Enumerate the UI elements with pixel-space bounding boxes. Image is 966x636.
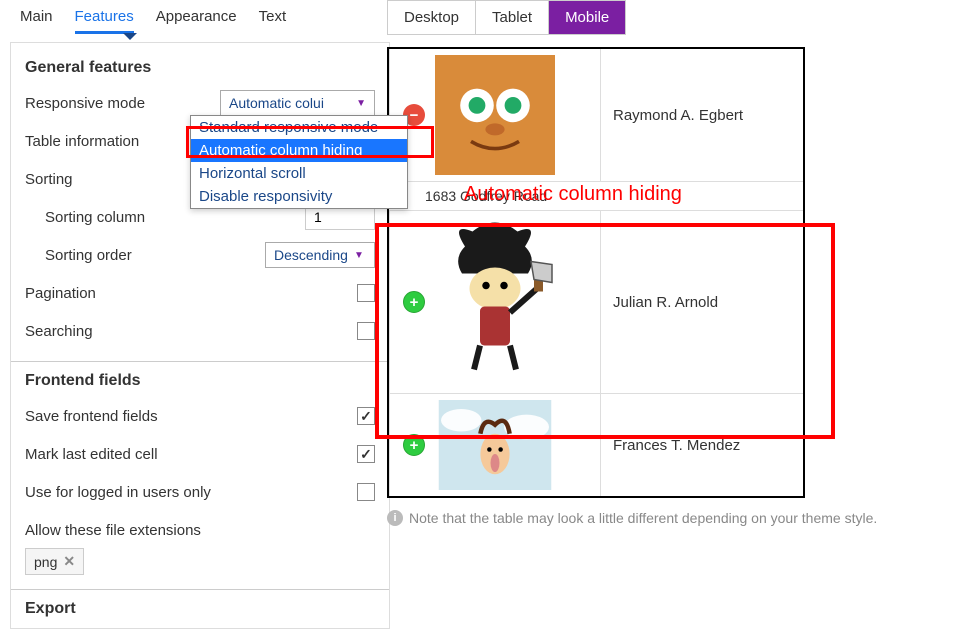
- row-save-frontend: Save frontend fields: [25, 400, 375, 432]
- label-sorting-order: Sorting order: [25, 247, 265, 264]
- row-logged-only: Use for logged in users only: [25, 476, 375, 508]
- row-mark-last: Mark last edited cell: [25, 438, 375, 470]
- divider: [11, 361, 389, 362]
- table-row: + Frances T. Mendez: [389, 394, 803, 496]
- dropdown-opt-horizontal[interactable]: Horizontal scroll: [191, 162, 407, 185]
- annotation-label: Automatic column hiding: [464, 183, 682, 206]
- table-row: + Julian R. Arnold: [389, 211, 803, 394]
- row-pagination: Pagination: [25, 277, 375, 309]
- settings-tabs: Main Features Appearance Text: [10, 0, 390, 42]
- avatar-cell: [389, 211, 601, 393]
- responsive-mode-dropdown: Standard responsive mode Automatic colum…: [190, 115, 408, 209]
- row-sorting-order: Sorting order Descending ▼: [25, 239, 375, 271]
- label-logged-only: Use for logged in users only: [25, 484, 357, 501]
- row-searching: Searching: [25, 315, 375, 347]
- label-save-frontend: Save frontend fields: [25, 408, 357, 425]
- avatar: [435, 55, 555, 175]
- label-pagination: Pagination: [25, 285, 357, 302]
- tab-features[interactable]: Features: [75, 8, 134, 34]
- name-cell: Julian R. Arnold: [601, 294, 803, 311]
- dropdown-opt-standard[interactable]: Standard responsive mode: [191, 116, 407, 139]
- checkbox-pagination[interactable]: [357, 284, 375, 302]
- avatar: [435, 400, 555, 490]
- checkbox-mark-last[interactable]: [357, 445, 375, 463]
- label-allow-ext: Allow these file extensions: [25, 522, 375, 539]
- select-responsive-mode[interactable]: Automatic colui ▼: [220, 90, 375, 116]
- device-tabs: Desktop Tablet Mobile: [387, 0, 626, 35]
- name-cell: Frances T. Mendez: [601, 437, 803, 454]
- section-frontend-title: Frontend fields: [25, 372, 375, 390]
- divider: [11, 589, 389, 590]
- active-tab-arrow-icon: [123, 33, 137, 40]
- section-general-title: General features: [25, 59, 375, 77]
- select-sorting-order-value: Descending: [274, 247, 348, 263]
- tab-appearance[interactable]: Appearance: [156, 8, 237, 34]
- preview-frame: Automatic column hiding − Raymond A. Egb…: [387, 47, 805, 498]
- label-mark-last: Mark last edited cell: [25, 446, 357, 463]
- avatar-cell: [389, 49, 601, 181]
- label-searching: Searching: [25, 323, 357, 340]
- preview-note: i Note that the table may look a little …: [387, 510, 957, 526]
- avatar: [420, 217, 570, 387]
- file-ext-tag[interactable]: png ✕: [25, 548, 84, 575]
- dropdown-opt-auto-hiding[interactable]: Automatic column hiding: [191, 139, 407, 162]
- tab-main[interactable]: Main: [20, 8, 53, 34]
- label-responsive-mode: Responsive mode: [25, 95, 220, 112]
- info-icon: i: [387, 510, 403, 526]
- chevron-down-icon: ▼: [356, 98, 366, 109]
- checkbox-logged-only[interactable]: [357, 483, 375, 501]
- close-icon[interactable]: ✕: [63, 553, 75, 570]
- device-tab-mobile[interactable]: Mobile: [549, 1, 625, 34]
- row-allow-ext: Allow these file extensions: [25, 514, 375, 546]
- file-ext-value: png: [34, 554, 57, 570]
- settings-panel: Main Features Appearance Text General fe…: [10, 0, 390, 629]
- label-sorting-column: Sorting column: [25, 209, 305, 226]
- dropdown-opt-disable[interactable]: Disable responsivity: [191, 185, 407, 208]
- device-tab-tablet[interactable]: Tablet: [476, 1, 549, 34]
- preview-panel: Desktop Tablet Mobile Automatic column h…: [387, 0, 957, 526]
- checkbox-searching[interactable]: [357, 322, 375, 340]
- avatar-cell: [389, 394, 601, 496]
- tab-text[interactable]: Text: [259, 8, 287, 34]
- device-tab-desktop[interactable]: Desktop: [388, 1, 476, 34]
- section-export-title: Export: [25, 600, 375, 618]
- chevron-down-icon: ▼: [354, 250, 364, 261]
- note-text: Note that the table may look a little di…: [409, 510, 877, 526]
- select-sorting-order[interactable]: Descending ▼: [265, 242, 375, 268]
- table-row: − Raymond A. Egbert: [389, 49, 803, 182]
- select-responsive-value: Automatic colui: [229, 95, 324, 111]
- checkbox-save-frontend[interactable]: [357, 407, 375, 425]
- name-cell: Raymond A. Egbert: [601, 107, 803, 124]
